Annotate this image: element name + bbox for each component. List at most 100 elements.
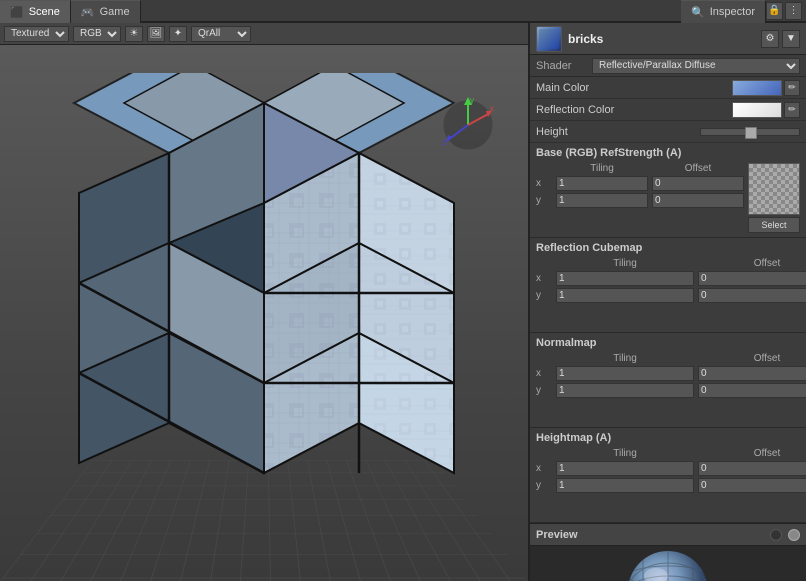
rubiks-cube-svg (49, 73, 479, 533)
reflection-cubemap-section: Reflection Cubemap Tiling Offset x y (530, 238, 806, 333)
preview-section: Preview (530, 523, 806, 581)
game-tab-icon: 🎮 (81, 6, 95, 19)
reflection-cubemap-content: Tiling Offset x y (536, 258, 800, 328)
preview-sphere-svg (608, 546, 728, 581)
normalmap-section: Normalmap Tiling Offset x y (530, 333, 806, 428)
base-rgb-select-btn[interactable]: Select (748, 217, 800, 233)
reflection-color-label: Reflection Color (536, 104, 732, 116)
more-button[interactable]: ⋮ (785, 2, 802, 20)
color-mode-select[interactable]: RGB (73, 26, 121, 42)
sun-button[interactable]: ☀ (125, 26, 143, 42)
normalmap-content: Tiling Offset x y (536, 353, 800, 423)
lock-button[interactable]: 🔒 (766, 2, 783, 20)
cubemap-offset-y[interactable] (698, 288, 806, 303)
base-rgb-content: Tiling Offset x y (536, 163, 800, 233)
preview-header: Preview (530, 524, 806, 546)
shader-label: Shader (536, 60, 586, 72)
viewport-gizmo: y x z (438, 95, 498, 155)
normalmap-tiling-x[interactable] (556, 366, 694, 381)
reflection-cubemap-props: Tiling Offset x y (536, 258, 806, 303)
base-rgb-offset-x[interactable] (652, 176, 744, 191)
fx-button[interactable]: ✦ (169, 26, 187, 42)
heightmap-tiling-header: Tiling (556, 448, 694, 459)
scene-tab[interactable]: ⬛ Scene (0, 0, 71, 23)
viewport-canvas: y x z (0, 45, 528, 581)
heightmap-offset-header: Offset (698, 448, 806, 459)
inspector-tab-label: Inspector (710, 6, 755, 18)
preview-content (530, 546, 806, 581)
normalmap-offset-y[interactable] (698, 383, 806, 398)
base-rgb-offset-y[interactable] (652, 193, 744, 208)
viewport-toolbar: Textured RGB ☀ 🖼 ✦ QrAll (0, 23, 528, 45)
reflection-color-swatch[interactable] (732, 102, 782, 118)
main-tab-bar: ⬛ Scene 🎮 Game 🔍 Inspector 🔒 ⋮ (0, 0, 806, 23)
scene-tab-label: Scene (29, 6, 60, 18)
cubemap-x-row: x (536, 271, 806, 286)
cubemap-tiling-header: Tiling (556, 258, 694, 269)
offset-header-label: Offset (652, 163, 744, 174)
base-rgb-x-label: x (536, 178, 552, 189)
inspector-tab-icon: 🔍 (691, 6, 705, 19)
scene-tab-icon: ⬛ (10, 6, 24, 19)
heightmap-headers: Tiling Offset (536, 448, 806, 459)
height-row: Height (530, 121, 806, 143)
base-rgb-tiling-x[interactable] (556, 176, 648, 191)
cubemap-offset-header: Offset (698, 258, 806, 269)
heightmap-offset-x[interactable] (698, 461, 806, 476)
heightmap-y-label: y (536, 480, 552, 491)
preview-btn-1[interactable] (770, 529, 782, 541)
preview-title: Preview (536, 529, 764, 541)
settings-button[interactable]: ⚙ (761, 30, 779, 48)
reflection-color-row: Reflection Color ✏ (530, 99, 806, 121)
base-rgb-tiling-y[interactable] (556, 193, 648, 208)
image-button[interactable]: 🖼 (147, 26, 165, 42)
normalmap-offset-x[interactable] (698, 366, 806, 381)
normalmap-headers: Tiling Offset (536, 353, 806, 364)
material-header: bricks ⚙ ▼ (530, 23, 806, 55)
cubemap-offset-x[interactable] (698, 271, 806, 286)
svg-text:x: x (490, 104, 494, 113)
base-rgb-title: Base (RGB) RefStrength (A) (536, 147, 800, 159)
heightmap-title: Heightmap (A) (536, 432, 800, 444)
cube-container (30, 75, 498, 531)
base-rgb-thumb[interactable] (748, 163, 800, 215)
game-tab[interactable]: 🎮 Game (71, 0, 141, 23)
cubemap-headers: Tiling Offset (536, 258, 806, 269)
texture-mode-select[interactable]: Textured (4, 26, 69, 42)
base-rgb-x-row: x (536, 176, 744, 191)
cubemap-x-label: x (536, 273, 552, 284)
heightmap-section: Heightmap (A) Tiling Offset x y (530, 428, 806, 523)
viewport-panel: Textured RGB ☀ 🖼 ✦ QrAll (0, 23, 530, 581)
base-rgb-headers: Tiling Offset (536, 163, 744, 174)
normalmap-x-label: x (536, 368, 552, 379)
preview-btn-2[interactable] (788, 529, 800, 541)
heightmap-x-label: x (536, 463, 552, 474)
base-rgb-y-label: y (536, 195, 552, 206)
gizmo-svg: y x z (438, 95, 498, 155)
inspector-tab[interactable]: 🔍 Inspector (681, 0, 766, 23)
shader-row: Shader Reflective/Parallax Diffuse (530, 55, 806, 77)
reflection-color-edit[interactable]: ✏ (784, 102, 800, 118)
heightmap-tiling-x[interactable] (556, 461, 694, 476)
main-content: Textured RGB ☀ 🖼 ✦ QrAll (0, 23, 806, 581)
heightmap-offset-y[interactable] (698, 478, 806, 493)
layers-select[interactable]: QrAll (191, 26, 251, 42)
shader-select[interactable]: Reflective/Parallax Diffuse (592, 58, 800, 74)
normalmap-props: Tiling Offset x y (536, 353, 806, 398)
inspector-actions: ⚙ ▼ (761, 30, 800, 48)
menu-button[interactable]: ▼ (782, 30, 800, 48)
main-color-swatch[interactable] (732, 80, 782, 96)
cubemap-tiling-y[interactable] (556, 288, 694, 303)
material-icon (536, 26, 562, 52)
game-tab-label: Game (100, 6, 130, 18)
normalmap-tiling-y[interactable] (556, 383, 694, 398)
normalmap-offset-header: Offset (698, 353, 806, 364)
heightmap-x-row: x (536, 461, 806, 476)
cubemap-tiling-x[interactable] (556, 271, 694, 286)
inspector-panel: bricks ⚙ ▼ Shader Reflective/Parallax Di… (530, 23, 806, 581)
heightmap-y-row: y (536, 478, 806, 493)
main-color-edit[interactable]: ✏ (784, 80, 800, 96)
height-slider-thumb (745, 127, 757, 139)
height-slider[interactable] (700, 128, 800, 136)
heightmap-tiling-y[interactable] (556, 478, 694, 493)
